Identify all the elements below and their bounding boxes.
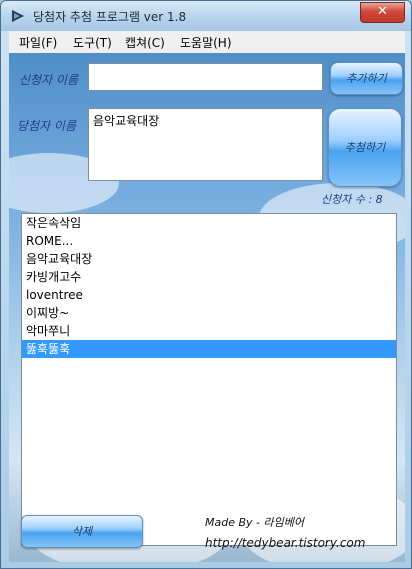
- main-panel: 신청자 이름 추가하기 당첨자 이름 음악교육대장 추첨하기 신청자 수 : 8…: [9, 53, 405, 562]
- made-by-text: Made By - 라임베어: [205, 516, 304, 529]
- applicant-list[interactable]: 작은속삭임 ROME... 음악교육대장 카빙개고수 loventree 이찌방~ 악마쭈니…: [21, 213, 397, 546]
- list-item[interactable]: 카빙개고수: [22, 268, 396, 286]
- delete-button[interactable]: 삭제: [21, 515, 143, 548]
- winner-name-field[interactable]: 음악교육대장: [88, 108, 323, 181]
- title-bar: 당첨자 추첨 프로그램 ver 1.8 ✕: [1, 1, 411, 31]
- add-button[interactable]: 추가하기: [330, 62, 403, 95]
- winner-name-label: 당첨자 이름: [17, 119, 77, 133]
- app-window: 당첨자 추첨 프로그램 ver 1.8 ✕ 파일(F) 도구(T) 캡쳐(C) …: [0, 0, 412, 569]
- menu-bar: 파일(F) 도구(T) 캡쳐(C) 도움말(H): [9, 31, 405, 54]
- menu-capture[interactable]: 캡쳐(C): [125, 34, 165, 51]
- list-item[interactable]: 뚫훅뚫훅: [22, 340, 396, 358]
- applicant-count: 신청자 수 : 8: [321, 193, 383, 206]
- list-item[interactable]: 작은속삭임: [22, 214, 396, 232]
- applicant-name-input[interactable]: [88, 63, 323, 91]
- applicant-name-label: 신청자 이름: [19, 73, 79, 87]
- list-item[interactable]: 음악교육대장: [22, 250, 396, 268]
- window-title: 당첨자 추첨 프로그램 ver 1.8: [33, 10, 187, 24]
- close-button[interactable]: ✕: [360, 2, 405, 23]
- menu-help[interactable]: 도움말(H): [180, 34, 232, 51]
- draw-button[interactable]: 추첨하기: [328, 108, 402, 187]
- menu-file[interactable]: 파일(F): [19, 34, 57, 51]
- list-item[interactable]: 악마쭈니: [22, 322, 396, 340]
- list-item[interactable]: 이찌방~: [22, 304, 396, 322]
- menu-tools[interactable]: 도구(T): [73, 34, 112, 51]
- homepage-url: http://tedybear.tistory.com: [205, 536, 366, 550]
- list-item[interactable]: loventree: [22, 286, 396, 304]
- app-logo-icon: [12, 10, 24, 22]
- list-item[interactable]: ROME...: [22, 232, 396, 250]
